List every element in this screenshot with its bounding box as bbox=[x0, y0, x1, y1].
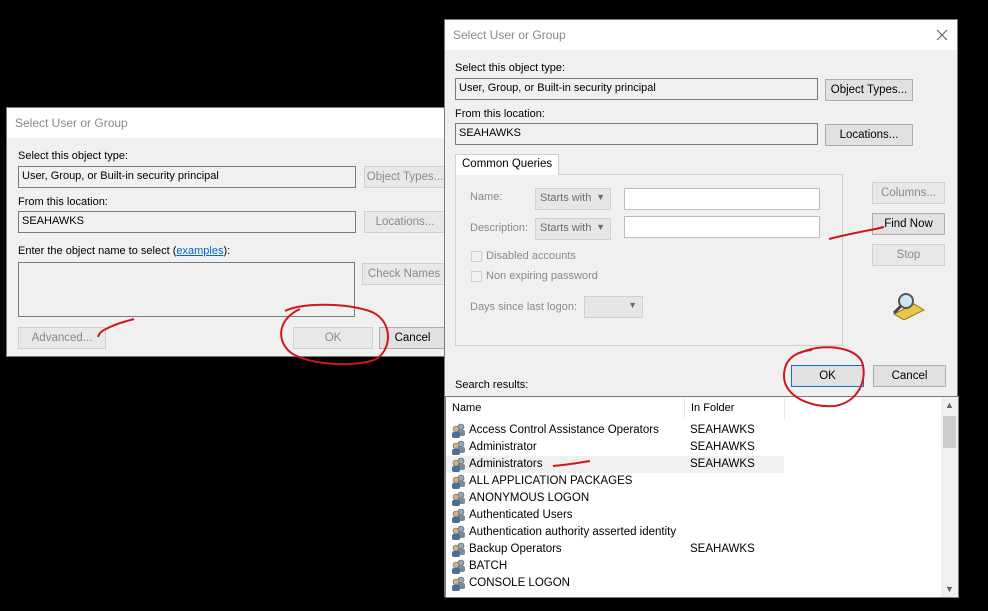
annotation-mark-find-now bbox=[828, 226, 885, 240]
annotation-mark-advanced bbox=[97, 318, 135, 338]
annotation-circle-right-ok bbox=[782, 346, 865, 408]
annotation-mark-administrators bbox=[552, 460, 591, 467]
annotation-overlay bbox=[97, 226, 885, 467]
annotation-circle-left-ok bbox=[280, 303, 389, 366]
